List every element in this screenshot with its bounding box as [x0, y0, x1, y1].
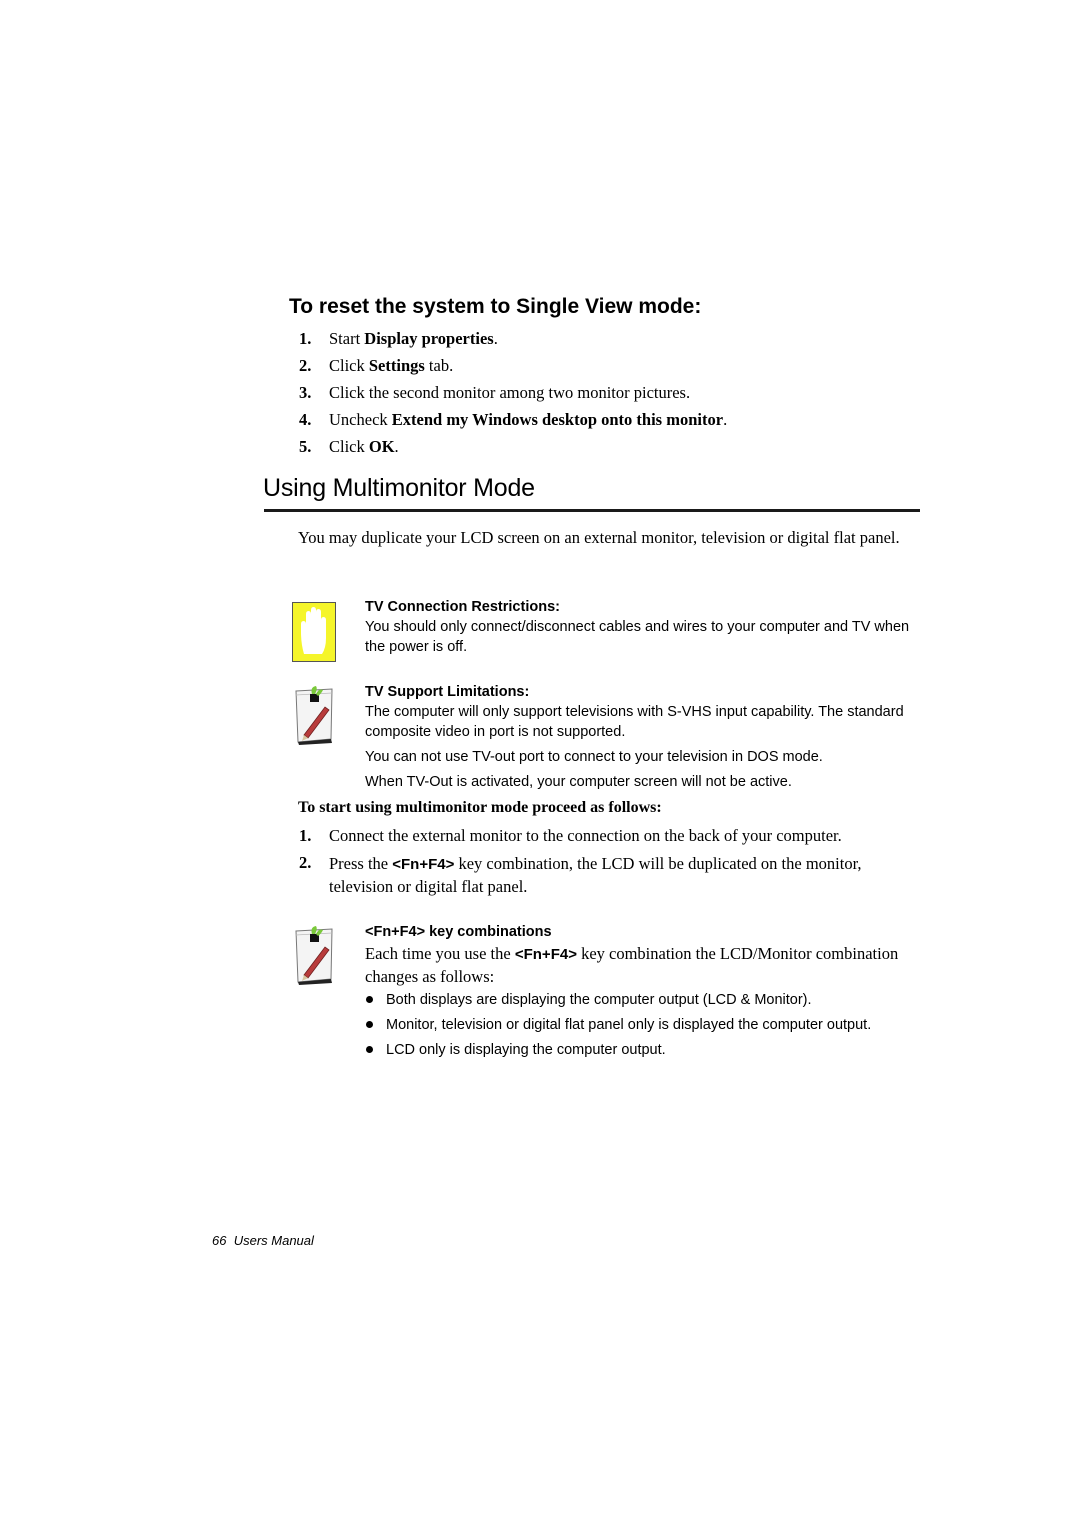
combination-list: Both displays are displaying the compute… [365, 990, 905, 1065]
section-divider [264, 509, 920, 512]
note-tv-connection: TV Connection Restrictions: You should o… [365, 597, 920, 657]
step-number: 3. [299, 383, 312, 402]
step-text: Start Display properties. [329, 329, 498, 348]
step-number: 5. [299, 437, 312, 456]
step-text: Click OK. [329, 437, 399, 456]
step-number: 1. [299, 826, 312, 845]
note-pen-icon [292, 685, 336, 745]
note-key-combinations: <Fn+F4> key combinations Each time you u… [365, 922, 920, 988]
step-number: 1. [299, 329, 312, 348]
note-tv-support: TV Support Limitations: The computer wil… [365, 682, 920, 792]
note-body: You should only connect/disconnect cable… [365, 619, 910, 655]
note-title: TV Connection Restrictions: [365, 599, 560, 615]
note-body: Each time you use the <Fn+F4> key combin… [365, 944, 899, 986]
note-body: When TV-Out is activated, your computer … [365, 774, 792, 790]
step-number: 2. [299, 356, 312, 375]
bullet-icon [366, 1046, 373, 1053]
document-title: Users Manual [233, 1233, 314, 1248]
step-number: 4. [299, 410, 312, 429]
step-text: Click Settings tab. [329, 356, 454, 375]
subsection-heading: To reset the system to Single View mode: [289, 295, 702, 318]
note-body: The computer will only support televisio… [365, 704, 904, 740]
list-item: Monitor, television or digital flat pane… [365, 1015, 905, 1035]
note-pen-icon [292, 925, 336, 985]
note-title: <Fn+F4> key combinations [365, 924, 552, 940]
page-number: 66 [212, 1233, 227, 1248]
step-text: Connect the external monitor to the conn… [329, 826, 842, 845]
intro-paragraph: You may duplicate your LCD screen on an … [298, 528, 900, 547]
step-number: 2. [299, 853, 312, 872]
stop-hand-icon [292, 602, 336, 662]
bullet-icon [366, 1021, 373, 1028]
step-text: Uncheck Extend my Windows desktop onto t… [329, 410, 728, 429]
step-text: Press the <Fn+F4> key combination, the L… [329, 854, 862, 896]
list-item: Both displays are displaying the compute… [365, 990, 905, 1010]
note-body: You can not use TV-out port to connect t… [365, 749, 823, 765]
page-footer: 66 Users Manual [212, 1233, 314, 1248]
list-item: LCD only is displaying the computer outp… [365, 1040, 905, 1060]
procedure-heading: To start using multimonitor mode proceed… [298, 799, 662, 816]
note-title: TV Support Limitations: [365, 684, 530, 700]
step-text: Click the second monitor among two monit… [329, 383, 691, 402]
section-title: Using Multimonitor Mode [263, 474, 535, 502]
bullet-icon [366, 996, 373, 1003]
